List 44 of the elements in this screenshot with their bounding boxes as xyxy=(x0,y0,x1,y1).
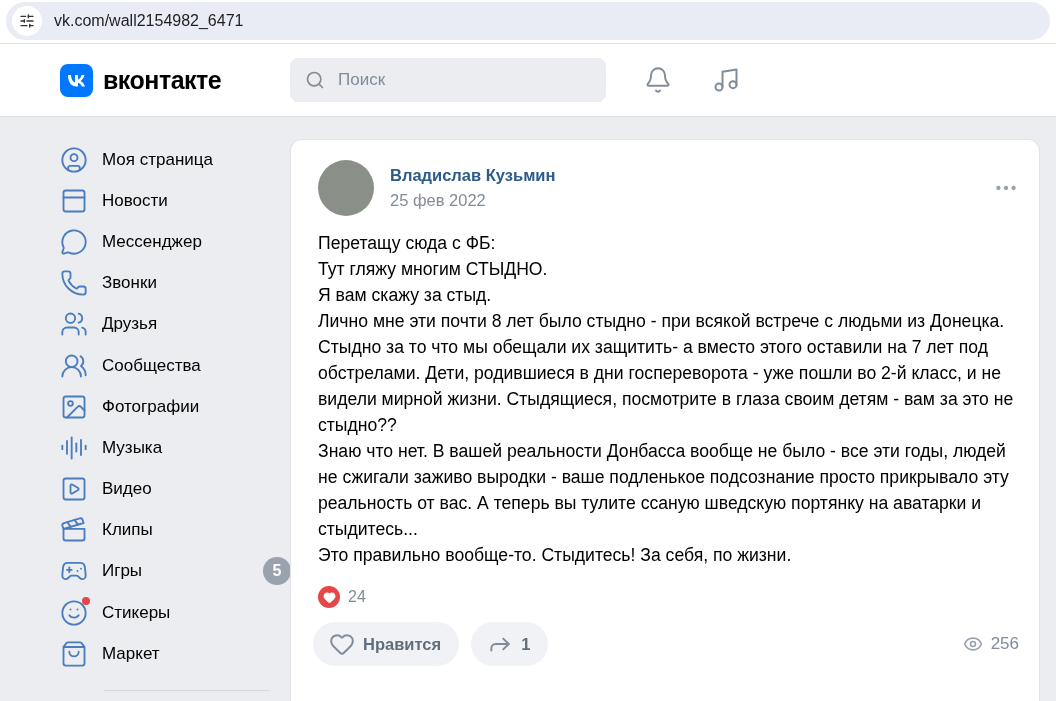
reactions-count: 24 xyxy=(348,588,366,606)
post-paragraph: Перетащу сюда с ФБ: xyxy=(318,232,497,255)
bell-icon[interactable] xyxy=(644,66,672,94)
sidebar-item[interactable]: Мессенджер xyxy=(60,221,290,263)
author-link[interactable]: Владислав Кузьмин xyxy=(390,166,977,185)
logo-text: вконтакте xyxy=(103,65,222,95)
music-note-icon[interactable] xyxy=(712,66,740,94)
post-paragraph: Тут гляжу многим СТЫДНО. xyxy=(318,258,549,281)
logo-icon[interactable] xyxy=(60,63,93,97)
sidebar-item[interactable]: Звонки xyxy=(60,262,290,304)
sidebar-item[interactable]: Музыка xyxy=(60,427,290,469)
bag-icon xyxy=(60,639,88,668)
sidebar-item[interactable]: Новости xyxy=(60,180,290,222)
post-paragraph: Лично мне эти почти 8 лет было стыдно - при всякой встрече с людьми из Донецка. xyxy=(318,310,1006,333)
sidebar-item[interactable]: Друзья xyxy=(60,303,290,345)
post-paragraph: Это правильно вообще-то. Стыдитесь! За себя, по жизни. xyxy=(318,544,793,567)
search-icon xyxy=(305,70,325,90)
site-settings-icon[interactable] xyxy=(12,5,42,36)
sidebar-item[interactable]: Клипы xyxy=(60,509,290,551)
chat-bubble-icon xyxy=(60,227,88,256)
views-count: 256 xyxy=(962,634,1019,654)
avatar-placeholder xyxy=(318,160,374,216)
share-button[interactable]: 1 xyxy=(471,622,549,666)
like-button[interactable]: Нравится xyxy=(313,622,460,666)
sidebar-item[interactable]: Стикеры xyxy=(60,592,290,634)
post-paragraph: Я вам скажу за стыд. xyxy=(318,284,493,307)
sidebar-item[interactable]: Видео xyxy=(60,468,290,510)
phone-icon xyxy=(60,269,88,298)
heart-icon xyxy=(329,631,355,657)
sidebar-item[interactable]: Игры 5 xyxy=(60,550,290,593)
sidebar-item[interactable]: Фотографии xyxy=(60,386,290,428)
post-paragraph: Стыдно за то что мы обещали их защитить- а вместо этого оставили на 7 лет под обстрелами. Дети, родившиеся в дни госпереворота - уже пошли во 2-й класс, и не видели мирной жизни. Стыдящиеся, посмотрите в глаза своим детям - вам за это не стыдно?? xyxy=(318,336,1015,437)
post-paragraph: Знаю что нет. В вашей реальности Донбасса вообще не было - все эти годы, людей не сжигали заживо выродки - ваше подленькое подсознание просто прикрывало эту реальность от вас. А теперь вы тулите ссаную шведскую портянку на аватарки и стыдитесь... xyxy=(318,440,1010,541)
sidebar-item[interactable]: Моя страница xyxy=(60,139,290,181)
eye-icon xyxy=(962,634,983,654)
post-date: 25 фев 2022 xyxy=(390,191,487,210)
sidebar-item[interactable]: Сообщества xyxy=(60,344,290,387)
heart-reaction-icon xyxy=(318,586,340,608)
search-field[interactable]: Поиск xyxy=(290,58,606,102)
url-text: vk.com/wall2154982_6471 xyxy=(54,11,244,30)
user-circle-icon xyxy=(60,145,88,174)
sidebar-item[interactable]: Маркет xyxy=(60,633,290,675)
count-badge: 5 xyxy=(263,557,291,586)
address-bar[interactable]: vk.com/wall2154982_6471 xyxy=(6,1,1050,40)
